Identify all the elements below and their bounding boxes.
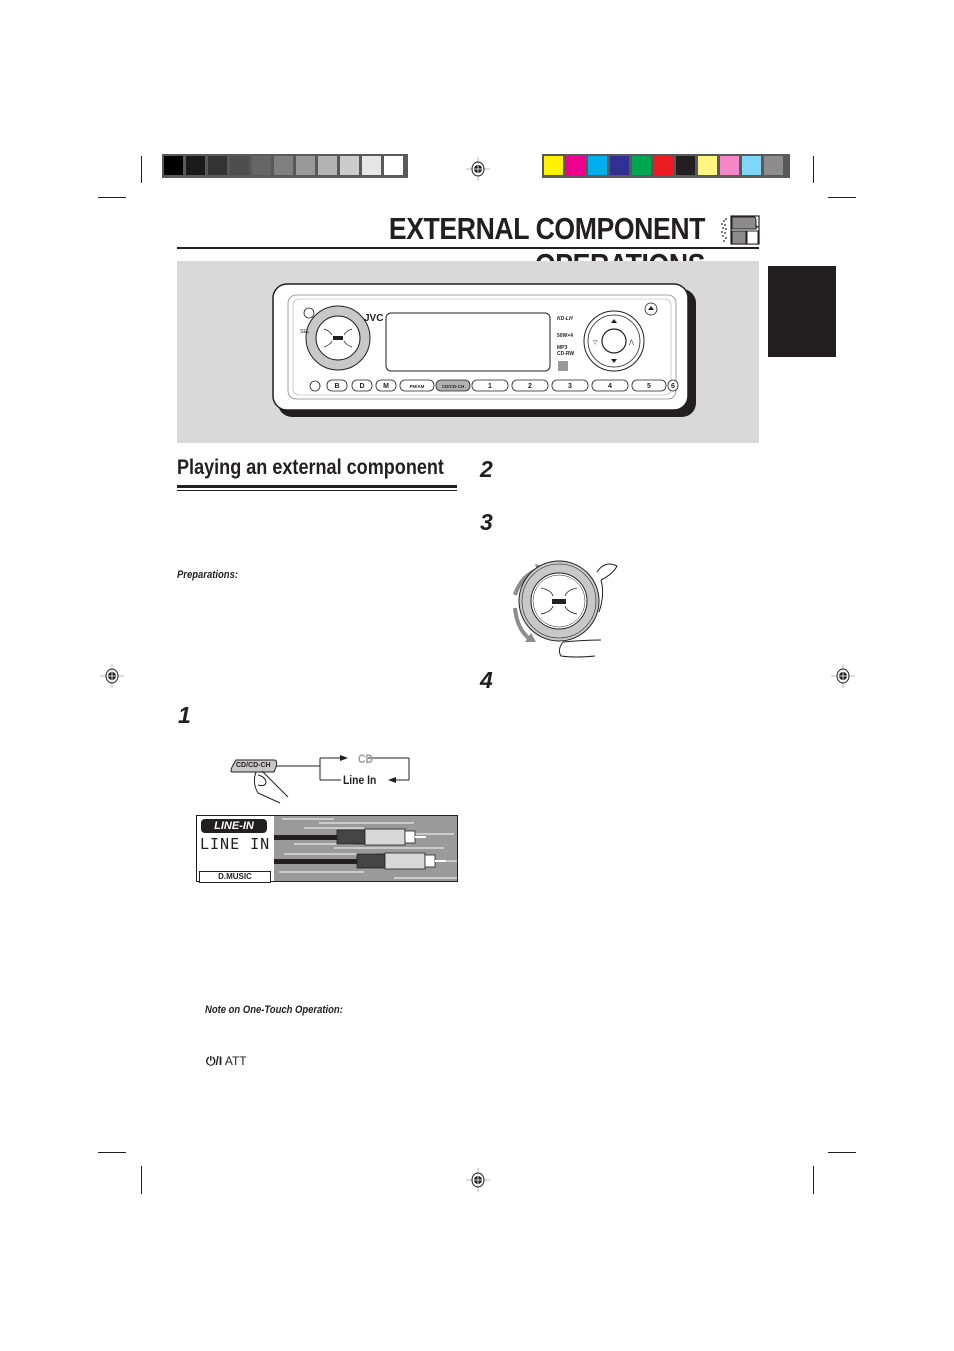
step-number-3: 3 xyxy=(480,509,493,535)
device-button-label: 3 xyxy=(568,383,572,390)
svg-text:⋀: ⋀ xyxy=(628,339,634,346)
option-cd: CD xyxy=(358,752,373,766)
gray-swatch xyxy=(230,156,249,175)
crop-mark xyxy=(98,1152,126,1153)
preparations-label: Preparations: xyxy=(177,569,238,581)
brand-logo: JVC xyxy=(364,313,383,324)
gray-swatch xyxy=(340,156,359,175)
crop-mark xyxy=(813,1166,814,1194)
device-button-label: 1 xyxy=(488,383,492,390)
device-button: 5 xyxy=(631,379,667,392)
color-swatch xyxy=(698,156,717,175)
section-divider xyxy=(177,490,457,491)
crop-mark xyxy=(828,197,856,198)
att-label: ATT xyxy=(224,1054,247,1068)
lcd-display: LINE-IN LINE IN D.MUSIC xyxy=(196,815,458,883)
crop-mark xyxy=(98,197,126,198)
device-button-label: CD/CD-CH xyxy=(442,384,464,389)
device-button: 6 xyxy=(667,379,679,392)
device-button-label: 2 xyxy=(528,383,532,390)
device-button: 1 xyxy=(471,379,509,392)
svg-text:50W×4: 50W×4 xyxy=(557,333,573,339)
color-swatch xyxy=(566,156,585,175)
device-button: 4 xyxy=(591,379,629,392)
option-line-in: Line In xyxy=(343,773,377,787)
step-number-1: 1 xyxy=(178,702,191,728)
rca-cable-illustration xyxy=(274,816,457,881)
gray-swatch xyxy=(164,156,183,175)
color-swatch xyxy=(764,156,783,175)
svg-text:CD-RW: CD-RW xyxy=(557,351,574,357)
svg-text:KD-LH: KD-LH xyxy=(557,316,573,322)
one-touch-note-label: Note on One-Touch Operation: xyxy=(205,1004,343,1016)
device-button-label: 4 xyxy=(608,383,612,390)
device-button-label: 6 xyxy=(671,383,675,390)
gray-swatch xyxy=(252,156,271,175)
registration-mark-icon xyxy=(466,1168,490,1192)
device-button-label: 5 xyxy=(647,383,651,390)
color-swatch xyxy=(632,156,651,175)
illustration-panel: SEL JVC KD-LH 50W×4 MP3 CD-RW ▽ ⋀ B D M FM/… xyxy=(177,261,759,443)
device-button: B xyxy=(326,379,348,392)
step-number-4: 4 xyxy=(480,667,493,693)
gray-swatch xyxy=(384,156,403,175)
color-swatch xyxy=(676,156,695,175)
gray-swatch xyxy=(208,156,227,175)
registration-mark-icon xyxy=(100,664,124,688)
gray-swatch xyxy=(186,156,205,175)
gray-swatch xyxy=(362,156,381,175)
device-button: 2 xyxy=(511,379,549,392)
device-button: CD/CD-CH xyxy=(435,379,471,392)
volume-knob-rotate-illustration xyxy=(513,560,618,658)
line-in-badge: LINE-IN xyxy=(201,819,267,833)
device-button-label: M xyxy=(383,383,389,390)
device-button: D xyxy=(351,379,373,392)
crop-mark xyxy=(141,1166,142,1194)
external-component-icon xyxy=(721,215,760,245)
source-button-label: CD/CD-CH xyxy=(236,762,271,769)
device-button: M xyxy=(375,379,397,392)
process-color-bar xyxy=(542,154,790,178)
display-text: LINE IN xyxy=(200,835,271,853)
crop-mark xyxy=(813,156,814,183)
color-swatch xyxy=(654,156,673,175)
device-button: 3 xyxy=(551,379,589,392)
gray-swatch xyxy=(318,156,337,175)
device-button-label: FM/AM xyxy=(410,384,425,389)
color-swatch xyxy=(588,156,607,175)
step-number-2: 2 xyxy=(480,456,493,482)
svg-text:SEL: SEL xyxy=(300,329,310,335)
color-swatch xyxy=(544,156,563,175)
title-divider xyxy=(177,247,759,249)
color-swatch xyxy=(720,156,739,175)
att-button-reference: ⏻/I ATT xyxy=(206,1054,247,1069)
crop-mark xyxy=(141,156,142,183)
gray-swatch xyxy=(296,156,315,175)
device-button-label: B xyxy=(334,383,339,390)
control-panel-illustration: SEL JVC KD-LH 50W×4 MP3 CD-RW ▽ ⋀ B D M FM/… xyxy=(272,283,696,417)
display-footer: D.MUSIC xyxy=(199,871,271,883)
language-tab xyxy=(768,266,836,357)
gray-swatch xyxy=(274,156,293,175)
device-button-label: D xyxy=(359,383,364,390)
power-icon: ⏻/I xyxy=(206,1054,223,1068)
registration-mark-icon xyxy=(466,157,490,181)
device-button: FM/AM xyxy=(399,379,435,392)
crop-mark xyxy=(828,1152,856,1153)
section-divider xyxy=(177,485,457,488)
color-swatch xyxy=(610,156,629,175)
registration-mark-icon xyxy=(831,664,855,688)
svg-text:▽: ▽ xyxy=(593,340,598,346)
section-title: Playing an external component xyxy=(177,456,444,479)
grayscale-color-bar xyxy=(162,154,408,178)
color-swatch xyxy=(742,156,761,175)
